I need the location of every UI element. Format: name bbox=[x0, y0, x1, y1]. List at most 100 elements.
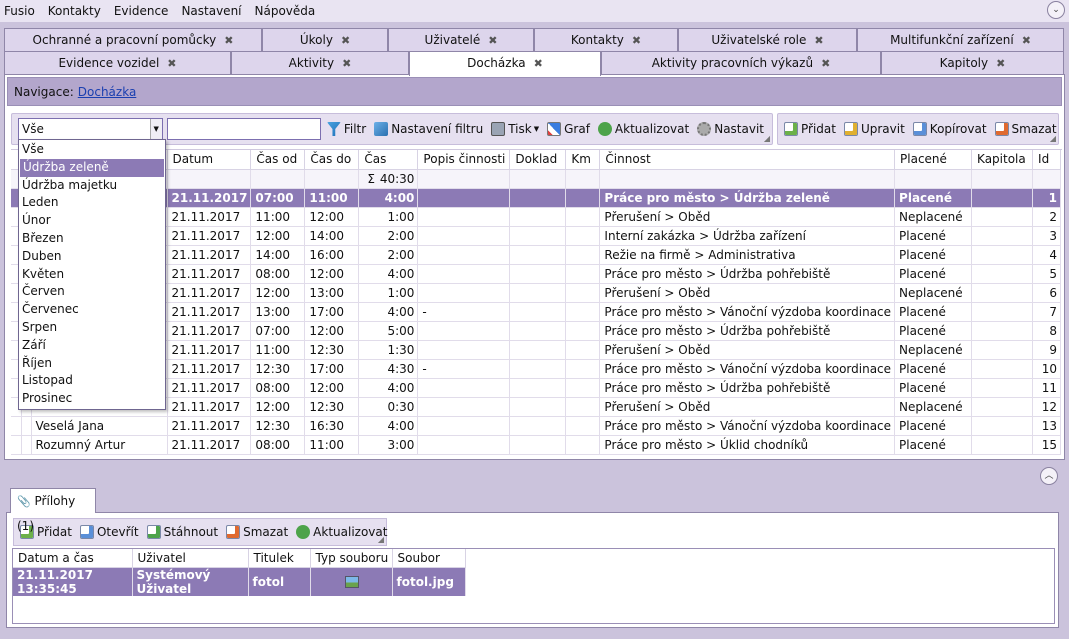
table-row[interactable]: 21.11.2017 07:00 11:00 4:00 Práce pro město … bbox=[11, 188, 1062, 208]
search-input[interactable] bbox=[166, 118, 321, 140]
col-soubor[interactable]: Soubor bbox=[392, 549, 466, 568]
cell-to: 17:00 bbox=[304, 302, 360, 322]
column-header[interactable]: Čas od bbox=[250, 150, 306, 170]
col-typ-souboru[interactable]: Typ souboru bbox=[310, 549, 393, 568]
tab-multifunkcni-zarizeni[interactable]: Multifunkční zařízení ✖ bbox=[857, 28, 1064, 51]
dropdown-option[interactable]: Říjen bbox=[19, 355, 165, 373]
chevron-down-icon[interactable]: ▼ bbox=[149, 119, 162, 139]
table-row[interactable]: 21.11.2017 12:00 14:00 2:00 Interní zakázka … bbox=[11, 226, 1062, 246]
column-header[interactable]: Činnost bbox=[599, 150, 896, 170]
column-header[interactable]: Km bbox=[565, 150, 601, 170]
dropdown-option[interactable]: Září bbox=[19, 337, 165, 355]
tab-prilohy[interactable]: 📎 Přílohy (1) bbox=[10, 488, 96, 533]
dropdown-option[interactable]: Duben bbox=[19, 248, 165, 266]
tab-aktivity[interactable]: Aktivity ✖ bbox=[231, 51, 409, 74]
attachment-refresh-button[interactable]: Aktualizovat bbox=[296, 525, 387, 539]
table-row[interactable]: 21.11.2017 14:00 16:00 2:00 Režie na firmě >… bbox=[11, 245, 1062, 265]
tab-kontakty[interactable]: Kontakty ✖ bbox=[534, 28, 678, 51]
close-icon[interactable]: ✖ bbox=[224, 34, 233, 47]
column-header[interactable]: Placené bbox=[894, 150, 973, 170]
col-uzivatel[interactable]: Uživatel bbox=[132, 549, 249, 568]
menu-fusio[interactable]: Fusio bbox=[0, 4, 40, 18]
close-icon[interactable]: ✖ bbox=[167, 57, 176, 70]
dropdown-option[interactable]: Březen bbox=[19, 230, 165, 248]
tab-kapitoly[interactable]: Kapitoly ✖ bbox=[881, 51, 1064, 74]
close-icon[interactable]: ✖ bbox=[341, 34, 350, 47]
column-header[interactable]: Id bbox=[1032, 150, 1062, 170]
table-row[interactable]: Rozumný Artur 21.11.2017 08:00 11:00 3:00 Prá… bbox=[11, 435, 1062, 455]
tab-ukoly[interactable]: Úkoly ✖ bbox=[262, 28, 388, 51]
dropdown-option[interactable]: Vše bbox=[19, 141, 165, 159]
close-icon[interactable]: ✖ bbox=[534, 57, 543, 70]
dropdown-option[interactable]: Únor bbox=[19, 212, 165, 230]
menu-evidence[interactable]: Evidence bbox=[109, 4, 174, 18]
configure-button[interactable]: Nastavit bbox=[697, 122, 764, 136]
dropdown-option[interactable]: Listopad bbox=[19, 372, 165, 390]
table-row[interactable]: 21.11.2017 13:00 17:00 4:00- Práce pro město… bbox=[11, 302, 1062, 322]
dropdown-option[interactable]: Červenec bbox=[19, 301, 165, 319]
cell-id: 3 bbox=[1032, 226, 1062, 246]
cell-activity: Práce pro město > Vánoční výzdoba koordi… bbox=[599, 416, 896, 436]
column-header[interactable]: Čas do bbox=[304, 150, 360, 170]
close-icon[interactable]: ✖ bbox=[814, 34, 823, 47]
delete-button[interactable]: Smazat bbox=[994, 122, 1057, 136]
attachment-download-button[interactable]: Stáhnout bbox=[146, 525, 218, 539]
close-icon[interactable]: ✖ bbox=[996, 57, 1005, 70]
column-header[interactable]: Kapitola bbox=[971, 150, 1034, 170]
table-row[interactable]: 21.11.2017 07:00 12:00 5:00 Práce pro město … bbox=[11, 321, 1062, 341]
attachment-open-button[interactable]: Otevřít bbox=[79, 525, 139, 539]
filter-settings-button[interactable]: Nastavení filtru bbox=[374, 122, 483, 136]
edit-icon bbox=[843, 122, 858, 136]
refresh-button[interactable]: Aktualizovat bbox=[597, 122, 689, 136]
column-header[interactable]: Čas bbox=[358, 150, 419, 170]
copy-button[interactable]: Kopírovat bbox=[912, 122, 987, 136]
col-datum-cas[interactable]: Datum a čas bbox=[13, 549, 133, 568]
close-icon[interactable]: ✖ bbox=[821, 57, 830, 70]
menu-kontakty[interactable]: Kontakty bbox=[43, 4, 106, 18]
tab-uzivatelske-role[interactable]: Uživatelské role ✖ bbox=[678, 28, 857, 51]
dropdown-option[interactable]: Údržba zeleně bbox=[20, 158, 164, 177]
cell-from: 11:00 bbox=[250, 340, 306, 360]
print-button[interactable]: Tisk ▼ bbox=[491, 122, 539, 136]
category-combo[interactable]: Vše ▼ bbox=[18, 118, 163, 140]
table-row[interactable]: 21.11.2017 12:00 12:30 0:30 Přerušení > Oběd… bbox=[11, 397, 1062, 417]
close-icon[interactable]: ✖ bbox=[342, 57, 351, 70]
table-row[interactable]: 21.11.2017 12:30 17:00 4:30- Práce pro město… bbox=[11, 359, 1062, 379]
dropdown-option[interactable]: Červen bbox=[19, 283, 165, 301]
add-button[interactable]: Přidat bbox=[784, 122, 836, 136]
collapse-ribbon-icon[interactable]: ⌄ bbox=[1047, 1, 1065, 19]
tab-dochazka[interactable]: Docházka ✖ bbox=[409, 51, 601, 76]
tab-evidence-vozidel[interactable]: Evidence vozidel ✖ bbox=[4, 51, 231, 74]
table-row[interactable]: 21.11.2017 08:00 12:00 4:00 Práce pro město … bbox=[11, 264, 1062, 284]
tab-ochranne-pomucky[interactable]: Ochranné a pracovní pomůcky ✖ bbox=[4, 28, 262, 51]
table-row[interactable]: 21.11.2017 08:00 12:00 4:00 Práce pro město … bbox=[11, 378, 1062, 398]
dropdown-option[interactable]: Leden bbox=[19, 194, 165, 212]
tab-aktivity-pracovnich-vykazu[interactable]: Aktivity pracovních výkazů ✖ bbox=[601, 51, 881, 74]
tab-uzivatele[interactable]: Uživatelé ✖ bbox=[388, 28, 534, 51]
close-icon[interactable]: ✖ bbox=[488, 34, 497, 47]
filter-button[interactable]: Filtr bbox=[326, 122, 366, 136]
dropdown-option[interactable]: Květen bbox=[19, 266, 165, 284]
attachment-row[interactable]: 21.11.2017 13:35:45 Systémový Uživatel f… bbox=[13, 567, 466, 596]
column-header[interactable]: Popis činnosti bbox=[417, 150, 511, 170]
attachment-delete-button[interactable]: Smazat bbox=[226, 525, 288, 539]
edit-button[interactable]: Upravit bbox=[843, 122, 905, 136]
chevron-up-icon[interactable]: ︿ bbox=[1040, 467, 1058, 485]
close-icon[interactable]: ✖ bbox=[632, 34, 641, 47]
column-header[interactable]: Doklad bbox=[509, 150, 567, 170]
table-row[interactable]: Veselá Jana 21.11.2017 12:30 16:30 4:00 Práce… bbox=[11, 416, 1062, 436]
table-row[interactable]: 21.11.2017 11:00 12:30 1:30 Přerušení > Oběd… bbox=[11, 340, 1062, 360]
menu-napoveda[interactable]: Nápověda bbox=[250, 4, 321, 18]
col-titulek[interactable]: Titulek bbox=[248, 549, 311, 568]
table-row[interactable]: 21.11.2017 11:00 12:00 1:00 Přerušení > Oběd… bbox=[11, 207, 1062, 227]
menu-nastaveni[interactable]: Nastavení bbox=[176, 4, 246, 18]
dropdown-option[interactable]: Srpen bbox=[19, 319, 165, 337]
navigation-link[interactable]: Docházka bbox=[78, 85, 137, 99]
table-row[interactable]: 21.11.2017 12:00 13:00 1:00 Přerušení > Oběd… bbox=[11, 283, 1062, 303]
dropdown-option[interactable]: Údržba majetku bbox=[19, 177, 165, 195]
close-icon[interactable]: ✖ bbox=[1022, 34, 1031, 47]
category-dropdown-list[interactable]: Vše Údržba zeleně Údržba majetku Leden Únor B… bbox=[18, 139, 166, 410]
dropdown-option[interactable]: Prosinec bbox=[19, 390, 165, 408]
graph-button[interactable]: Graf bbox=[547, 122, 590, 136]
column-header[interactable]: Datum bbox=[167, 150, 252, 170]
